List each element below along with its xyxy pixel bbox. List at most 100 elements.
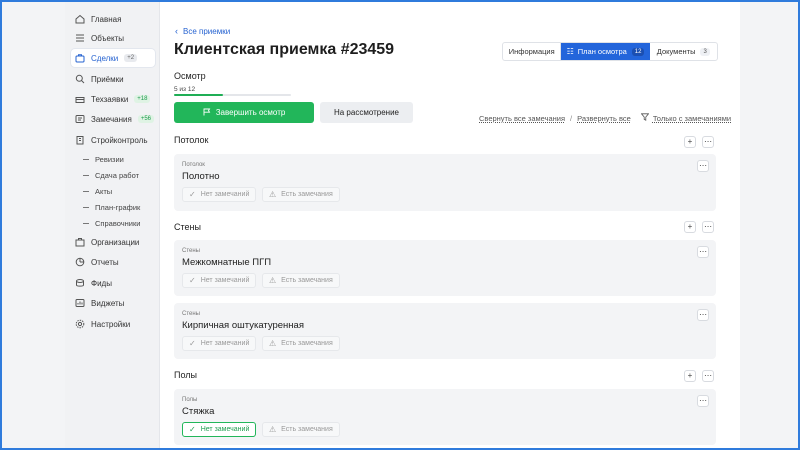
card-more-button[interactable]: ⋯ [697,309,709,321]
sidebar-item-settings[interactable]: Настройки [75,315,130,333]
sidebar-item-construction-control[interactable]: Стройконтроль [75,131,148,149]
expand-all-link[interactable]: Развернуть все [577,114,631,123]
check-icon: ✓ [189,276,196,285]
sidebar-item-label: Замечания [91,114,132,124]
add-button[interactable]: + [684,136,696,148]
card-more-button[interactable]: ⋯ [697,160,709,172]
no-issues-button[interactable]: ✓ Нет замечаний [182,336,257,351]
chip-label: Есть замечания [281,340,333,347]
sidebar-subitem-revisions[interactable]: Ревизии [83,152,124,166]
sidebar-item-organizations[interactable]: Организации [75,233,139,251]
sidebar-subitem-directories[interactable]: Справочники [83,216,140,230]
no-issues-button[interactable]: ✓ Нет замечаний [182,187,257,202]
sidebar-subitem-schedule[interactable]: План-график [83,200,140,214]
card-category: Полы [182,397,198,403]
sidebar-item-remarks[interactable]: Замечания +56 [75,110,154,128]
add-button[interactable]: + [684,370,696,382]
finish-inspection-button[interactable]: Завершить осмотр [174,102,314,123]
tab-inspection-plan[interactable]: ☷ План осмотра 12 [561,43,650,60]
card-more-button[interactable]: ⋯ [697,395,709,407]
card-category: Стены [182,248,200,254]
group-title-ceiling: Потолок [174,135,209,145]
card-category: Потолок [182,162,205,168]
sidebar-item-objects[interactable]: Объекты [75,29,124,47]
tab-bar: Информация ☷ План осмотра 12 Документы 3 [502,42,718,61]
no-issues-button[interactable]: ✓ Нет замечаний [182,273,257,288]
has-issues-button[interactable]: ⚠ Есть замечания [262,187,340,202]
inspection-card: Стены Кирпичная оштукатуренная ⋯ ✓ Нет за… [174,303,716,359]
sidebar-item-label: Отчеты [91,257,119,267]
sidebar: Главная Объекты Сделки +2 Приёмки Техзая… [65,2,160,448]
collapse-all-link[interactable]: Свернуть все замечания [479,114,565,123]
check-icon: ✓ [189,190,196,199]
sidebar-subitem-label: Акты [95,186,113,196]
sidebar-item-deals[interactable]: Сделки +2 [71,49,155,67]
tab-documents[interactable]: Документы 3 [650,43,717,60]
more-button[interactable]: ⋯ [702,136,714,148]
chip-label: Нет замечаний [200,191,250,198]
filter-label: Только с замечаниями [652,113,732,123]
chip-label: Есть замечания [281,426,333,433]
more-icon: ⋯ [704,371,712,380]
warning-icon: ⚠ [269,190,277,199]
sidebar-item-label: Приёмки [91,74,124,84]
home-icon [75,14,85,24]
page-title: Клиентская приемка #23459 [174,41,395,58]
more-button[interactable]: ⋯ [702,221,714,233]
main-content: ‹ Все приемки Клиентская приемка #23459 … [160,2,740,448]
has-issues-button[interactable]: ⚠ Есть замечания [262,422,340,437]
sidebar-subitem-label: Справочники [95,218,141,228]
tab-count-badge: 3 [700,47,710,56]
sidebar-item-label: Сделки [91,53,119,63]
chip-label: Нет замечаний [200,277,250,284]
plus-icon: + [687,137,693,146]
separator: / [570,113,573,123]
tab-label: План осмотра [577,47,627,56]
inspection-card: Потолок Полотно ⋯ ✓ Нет замечаний ⚠ Есть з… [174,154,716,211]
plus-icon: + [687,222,693,231]
count-badge: +2 [124,54,138,62]
left-gutter [2,2,65,448]
sidebar-item-widgets[interactable]: Виджеты [75,294,124,312]
sidebar-item-tech-requests[interactable]: Техзаявки +18 [75,90,151,108]
has-issues-button[interactable]: ⚠ Есть замечания [262,273,340,288]
no-issues-button[interactable]: ✓ Нет замечаний [182,422,257,437]
sidebar-subitem-handover[interactable]: Сдача работ [83,168,139,182]
sidebar-subitem-acts[interactable]: Акты [83,184,112,198]
sidebar-item-home[interactable]: Главная [75,10,121,28]
group-title-walls: Стены [174,222,201,232]
card-title: Стяжка [182,406,215,417]
sidebar-item-acceptances[interactable]: Приёмки [75,70,124,88]
card-more-button[interactable]: ⋯ [697,246,709,258]
sidebar-item-label: Стройконтроль [91,135,148,145]
building-icon [75,135,85,145]
toolbox-icon [75,94,85,104]
send-to-review-button[interactable]: На рассмотрение [320,102,413,123]
dash-marker [83,206,89,208]
sidebar-item-label: Техзаявки [91,94,129,104]
sidebar-subitem-label: Сдача работ [95,170,140,180]
chip-label: Есть замечания [281,277,333,284]
more-icon: ⋯ [704,222,712,231]
finish-inspection-label: Завершить осмотр [215,108,286,117]
filter-with-remarks[interactable]: Только с замечаниями [640,113,732,123]
dash-marker [83,222,89,224]
briefcase-icon [75,53,85,63]
back-link-label: Все приемки [183,26,231,36]
warning-list-icon [75,114,85,124]
sidebar-item-feeds[interactable]: Фиды [75,274,112,292]
more-button[interactable]: ⋯ [702,370,714,382]
tab-information[interactable]: Информация [503,43,562,60]
settings-icon [75,319,85,329]
has-issues-button[interactable]: ⚠ Есть замечания [262,336,340,351]
card-title: Межкомнатные ПГП [182,257,272,268]
sidebar-item-reports[interactable]: Отчеты [75,253,119,271]
list-icon [75,33,85,43]
card-title: Кирпичная оштукатуренная [182,320,304,331]
feed-icon [75,278,85,288]
add-button[interactable]: + [684,221,696,233]
chip-label: Нет замечаний [200,426,250,433]
back-link[interactable]: ‹ Все приемки [175,26,230,36]
sidebar-item-label: Настройки [91,319,131,329]
inspection-card: Полы Стяжка ⋯ ✓ Нет замечаний ⚠ Есть замеч… [174,389,716,445]
